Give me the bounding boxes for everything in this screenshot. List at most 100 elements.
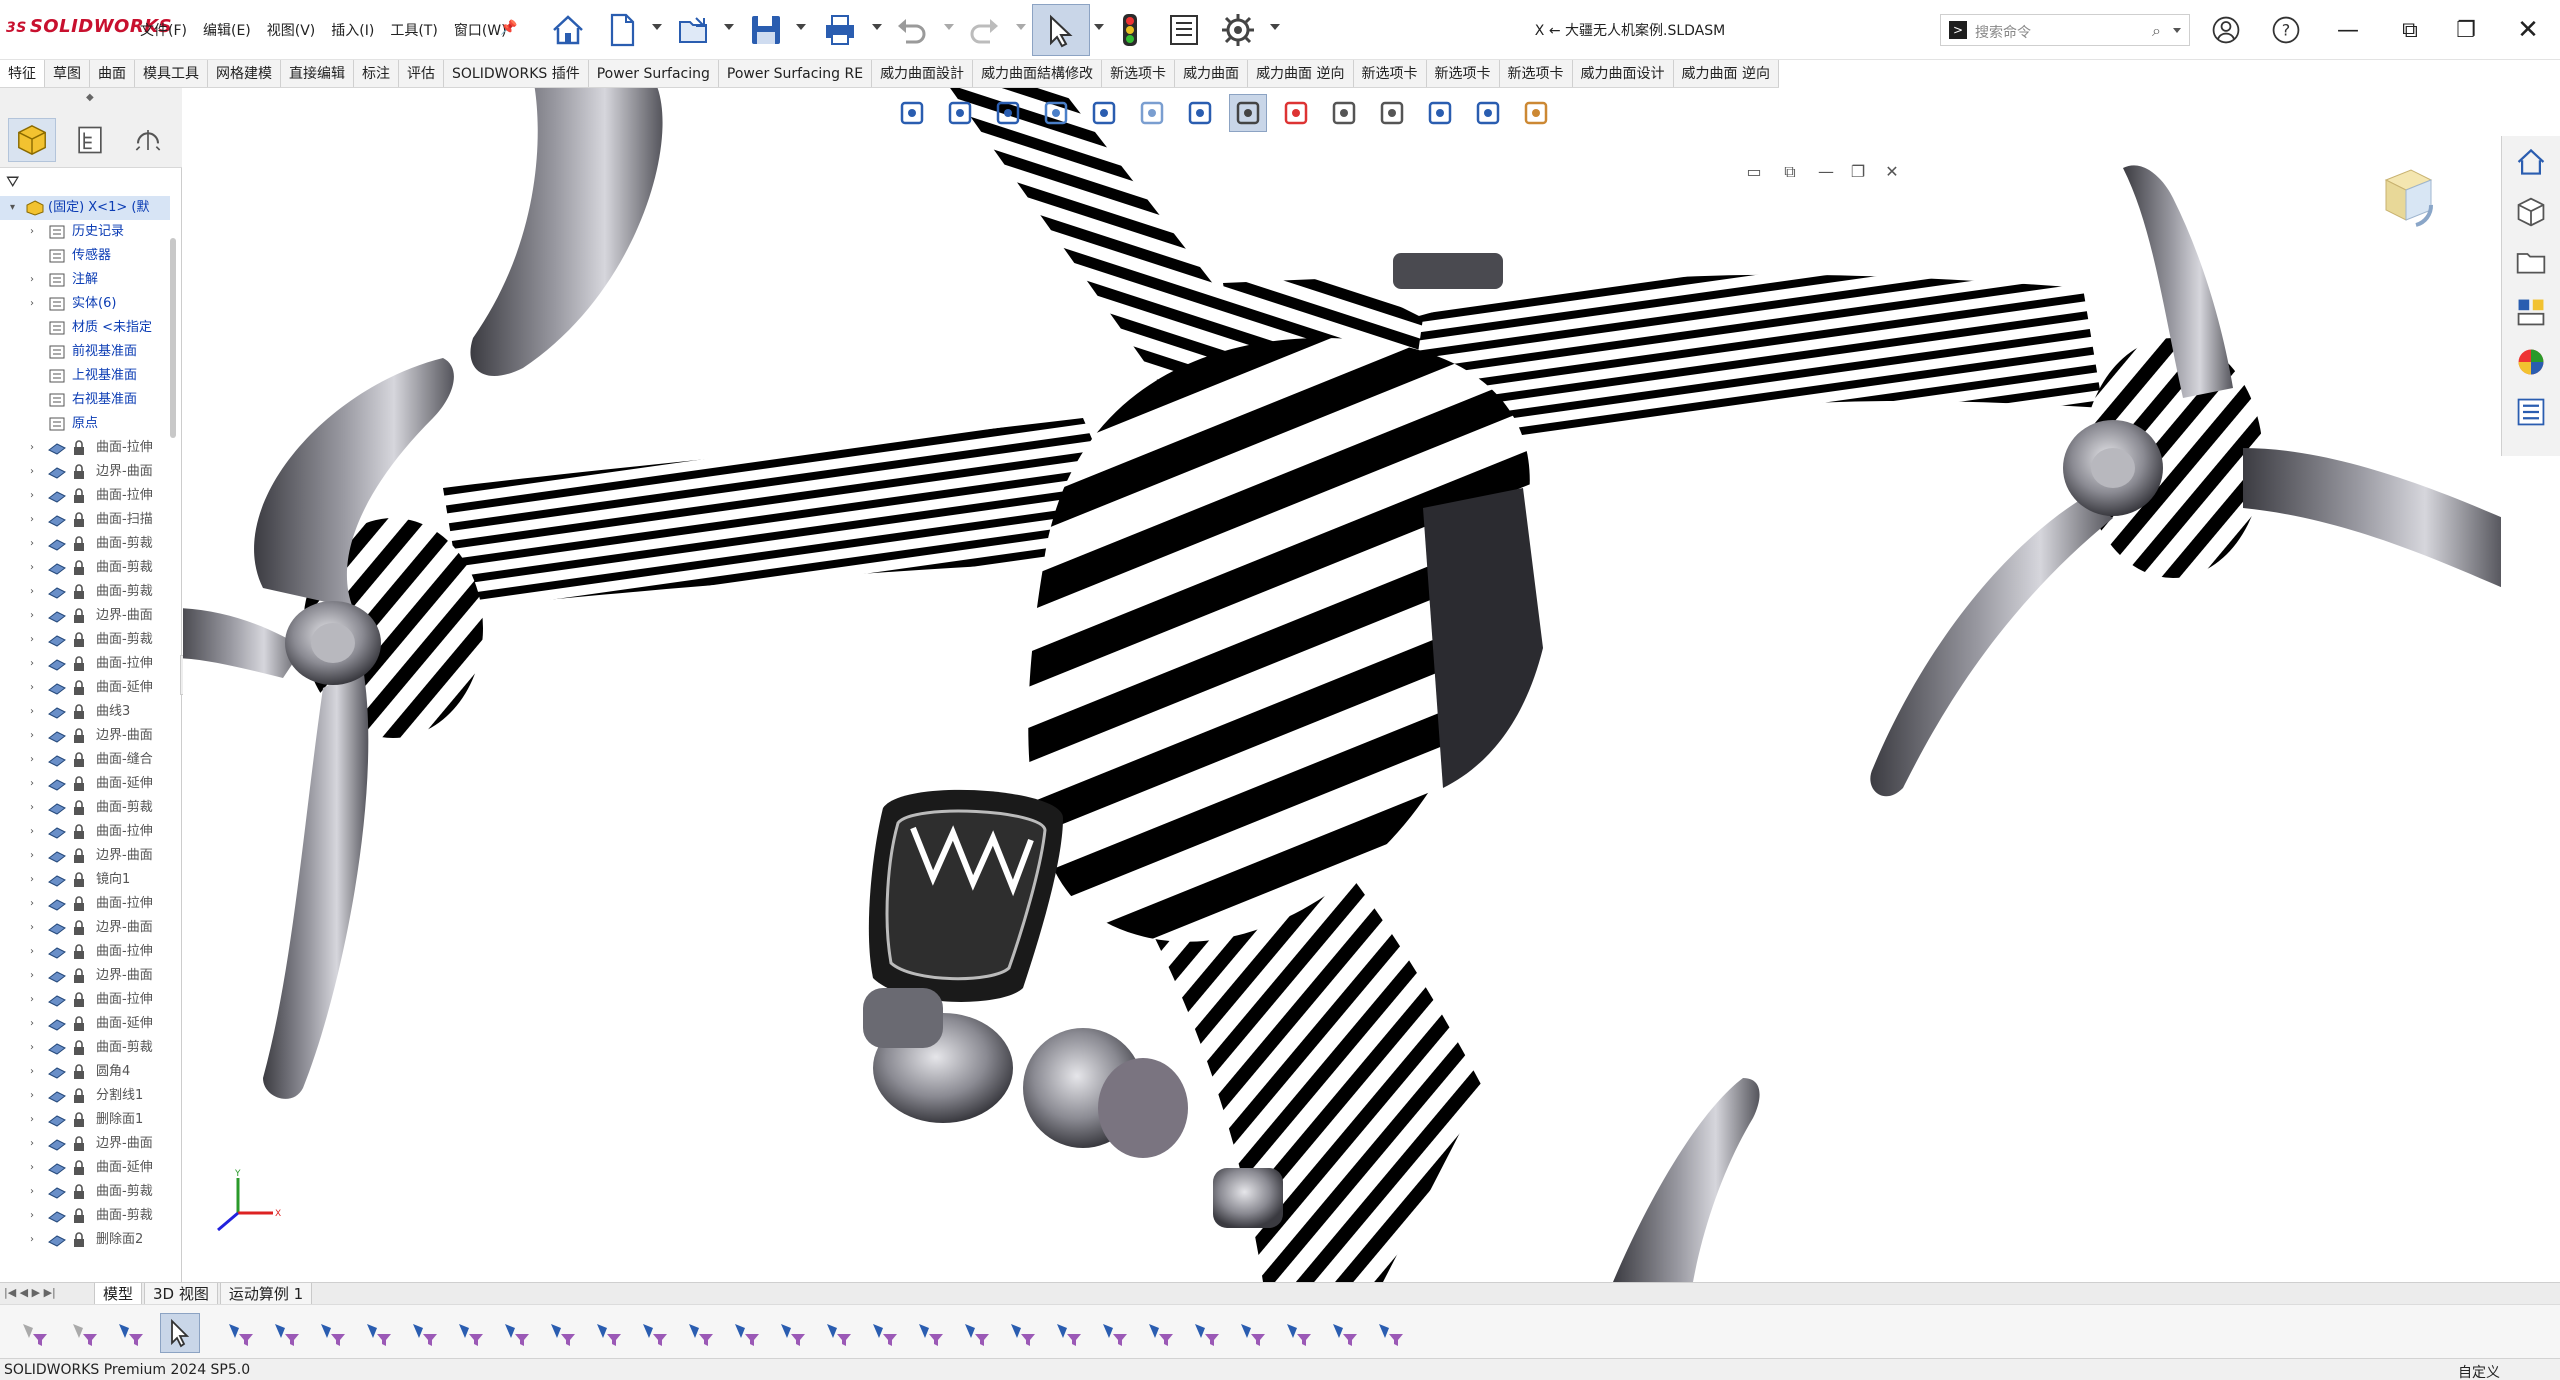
tree-filter-icon[interactable]: ⛛ [6, 172, 19, 192]
expand-arrow-icon[interactable]: › [30, 940, 34, 964]
tree-node[interactable]: › 实体(6) [0, 292, 170, 316]
zebra-stripes-icon[interactable] [1517, 94, 1555, 132]
filter-solid-bodies-icon[interactable] [404, 1313, 444, 1353]
property-manager-tab[interactable] [66, 118, 114, 162]
print-dropdown-icon[interactable] [872, 24, 882, 30]
expand-arrow-icon[interactable]: › [30, 1204, 34, 1228]
tab-mesh-modeling[interactable]: 网格建模 [208, 60, 281, 87]
tree-feature-item[interactable]: › 曲面-拉伸 [0, 484, 170, 508]
tree-scrollbar[interactable] [170, 238, 176, 438]
view-palette-icon[interactable] [2511, 292, 2551, 332]
expand-arrow-icon[interactable]: › [30, 1036, 34, 1060]
filter-datum-targets-icon[interactable] [1048, 1313, 1088, 1353]
previous-view-icon[interactable] [989, 94, 1027, 132]
filter-sketch-points-icon[interactable] [634, 1313, 674, 1353]
units-indicator[interactable]: 自定义 [2458, 1362, 2500, 1380]
tree-node[interactable]: 上视基准面 [0, 364, 170, 388]
tree-feature-item[interactable]: › 曲面-拉伸 [0, 652, 170, 676]
menu-insert[interactable]: 插入(I) [331, 20, 374, 40]
viewport-tile-icon[interactable]: ⧉ [1775, 162, 1805, 188]
feature-manager-tab[interactable] [8, 118, 56, 162]
tab-power-surfacing[interactable]: Power Surfacing [589, 60, 719, 87]
menu-tools[interactable]: 工具(T) [390, 20, 437, 40]
open-icon[interactable] [672, 8, 716, 52]
redo-dropdown-icon[interactable] [1016, 24, 1026, 30]
tree-node[interactable]: 前视基准面 [0, 340, 170, 364]
expand-arrow-icon[interactable]: › [30, 700, 34, 724]
tab-power-surface-design-2[interactable]: 威力曲面设计 [1573, 60, 1674, 87]
tab-addins[interactable]: SOLIDWORKS 插件 [444, 60, 589, 87]
viewport-minimize-icon[interactable]: ▭ [1739, 162, 1769, 188]
hide-show-items-icon[interactable] [1229, 94, 1267, 132]
expand-arrow-icon[interactable]: › [30, 604, 34, 628]
tree-node[interactable]: › 注解 [0, 268, 170, 292]
tree-feature-item[interactable]: › 曲面-延伸 [0, 772, 170, 796]
filter-edges-icon[interactable] [266, 1313, 306, 1353]
drone-model-zebra-view[interactable] [183, 88, 2501, 1282]
expand-arrow-icon[interactable]: › [30, 1060, 34, 1084]
filter-routing-points-icon[interactable] [1186, 1313, 1226, 1353]
help-icon[interactable]: ? [2266, 10, 2306, 50]
search-icon[interactable]: ⌕ [2152, 21, 2161, 41]
filter-cosmetic-welds-icon[interactable] [1324, 1313, 1364, 1353]
tree-feature-item[interactable]: › 曲面-剪裁 [0, 796, 170, 820]
tree-feature-item[interactable]: › 曲面-拉伸 [0, 988, 170, 1012]
section-view-icon[interactable] [1037, 94, 1075, 132]
filter-sketch-segments-icon[interactable] [588, 1313, 628, 1353]
tab-markup[interactable]: 标注 [354, 60, 399, 87]
expand-arrow-icon[interactable]: › [30, 556, 34, 580]
tree-feature-item[interactable]: › 曲面-延伸 [0, 1156, 170, 1180]
expand-arrow-icon[interactable]: › [30, 268, 34, 292]
minimize-icon[interactable]: — [2328, 10, 2368, 50]
tree-node[interactable]: 材质 <未指定 [0, 316, 170, 340]
tree-feature-item[interactable]: › 曲面-延伸 [0, 676, 170, 700]
filter-weld-symbols-icon[interactable] [1002, 1313, 1042, 1353]
configuration-manager-tab[interactable] [124, 118, 172, 162]
filter-connection-points-icon[interactable] [1232, 1313, 1272, 1353]
tree-feature-item[interactable]: › 曲面-拉伸 [0, 940, 170, 964]
filter-dimensions-icon[interactable] [772, 1313, 812, 1353]
dynamic-annotation-icon[interactable] [1085, 94, 1123, 132]
view-orientation-icon[interactable] [1133, 94, 1171, 132]
tree-feature-item[interactable]: › 曲面-剪裁 [0, 1180, 170, 1204]
expand-arrow-icon[interactable]: › [30, 1012, 34, 1036]
expand-arrow-icon[interactable]: › [30, 220, 34, 244]
filter-mate-references-icon[interactable] [1278, 1313, 1318, 1353]
tree-feature-item[interactable]: › 曲面-拉伸 [0, 892, 170, 916]
tab-surfaces[interactable]: 曲面 [90, 60, 135, 87]
filter-center-marks-icon[interactable] [726, 1313, 766, 1353]
viewport-close-icon[interactable]: ✕ [1877, 162, 1907, 188]
save-dropdown-icon[interactable] [796, 24, 806, 30]
tree-feature-item[interactable]: › 曲面-扫描 [0, 508, 170, 532]
menu-view[interactable]: 视图(V) [267, 20, 316, 40]
tree-feature-item[interactable]: › 曲面-拉伸 [0, 436, 170, 460]
tab-new-3[interactable]: 新选项卡 [1427, 60, 1500, 87]
design-library-icon[interactable] [2511, 192, 2551, 232]
tab-new-4[interactable]: 新选项卡 [1500, 60, 1573, 87]
tree-feature-item[interactable]: › 曲面-延伸 [0, 1012, 170, 1036]
tab-new-2[interactable]: 新选项卡 [1354, 60, 1427, 87]
graphics-area[interactable]: ▭ ⧉ — ❐ ✕ YX [183, 88, 2501, 1282]
filter-blocks-icon[interactable] [1140, 1313, 1180, 1353]
select-button[interactable] [1032, 4, 1090, 56]
tree-feature-item[interactable]: › 曲面-剪裁 [0, 628, 170, 652]
appearances-icon[interactable] [2511, 342, 2551, 382]
print-icon[interactable] [818, 8, 862, 52]
expand-arrow-icon[interactable]: › [30, 820, 34, 844]
filter-notes-icon[interactable] [910, 1313, 950, 1353]
expand-arrow-icon[interactable]: › [30, 868, 34, 892]
filter-surface-finish-icon[interactable] [818, 1313, 858, 1353]
menu-window[interactable]: 窗口(W) [454, 20, 507, 40]
custom-properties-icon[interactable] [2511, 392, 2551, 432]
expand-arrow-icon[interactable]: › [30, 772, 34, 796]
clear-filters-icon[interactable] [64, 1313, 104, 1353]
tree-feature-item[interactable]: › 边界-曲面 [0, 844, 170, 868]
expand-arrow-icon[interactable]: › [30, 796, 34, 820]
tree-feature-item[interactable]: › 边界-曲面 [0, 916, 170, 940]
options-dropdown-icon[interactable] [1270, 24, 1280, 30]
tab-power-surface-reverse[interactable]: 威力曲面 逆向 [1248, 60, 1354, 87]
expand-arrow-icon[interactable]: › [30, 748, 34, 772]
view-settings-icon[interactable] [1373, 94, 1411, 132]
tree-feature-item[interactable]: › 边界-曲面 [0, 964, 170, 988]
tab-power-surface-reverse-2[interactable]: 威力曲面 逆向 [1674, 60, 1779, 87]
